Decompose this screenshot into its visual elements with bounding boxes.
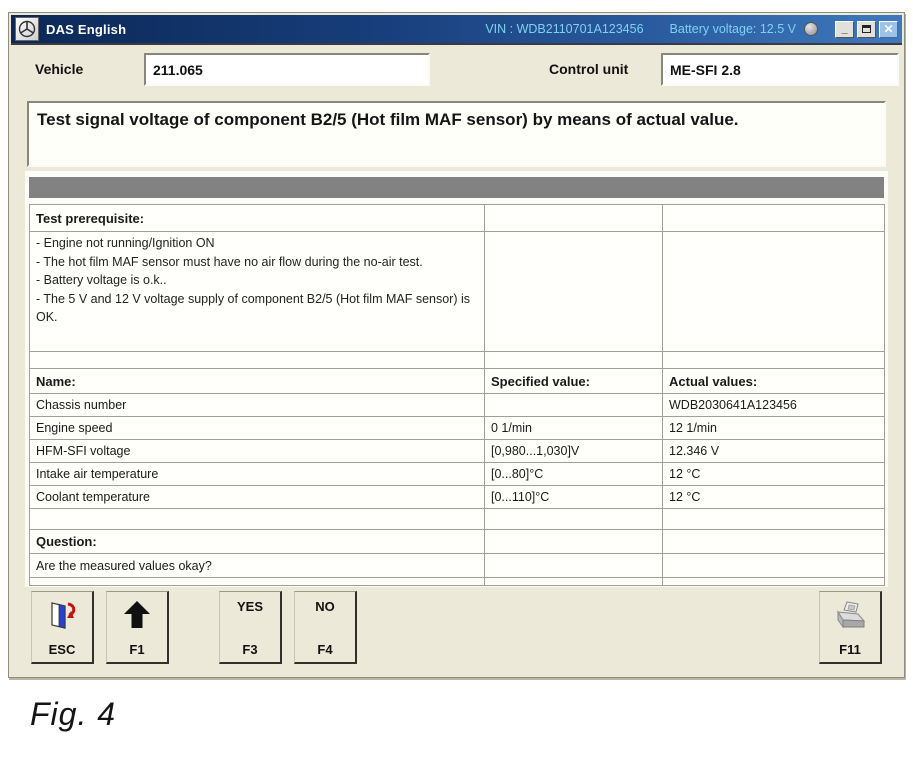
f11-print-button[interactable]: F11 <box>819 591 882 664</box>
page: DAS English VIN : WDB2110701A123456 Batt… <box>0 0 913 763</box>
exit-door-icon <box>44 599 80 636</box>
results-panel: Test prerequisite: - Engine not running/… <box>25 171 888 587</box>
row-specified-cell: [0...110]°C <box>485 486 663 509</box>
no-label: NO <box>315 599 335 614</box>
results-table: Test prerequisite: - Engine not running/… <box>29 204 885 586</box>
row-specified-cell <box>485 394 663 417</box>
row-actual-cell: 12 1/min <box>663 417 885 440</box>
row-actual-cell: 12 °C <box>663 463 885 486</box>
f11-label: F11 <box>839 642 861 657</box>
spacer-row <box>30 352 885 369</box>
figure-caption: Fig. 4 <box>30 696 116 733</box>
control-unit-label: Control unit <box>549 61 628 77</box>
prerequisite-item: - Engine not running/Ignition ON <box>36 234 478 253</box>
control-unit-input[interactable] <box>661 53 899 86</box>
printer-icon <box>831 599 869 636</box>
spacer-row <box>30 509 885 530</box>
maximize-button[interactable] <box>857 21 876 38</box>
table-row: HFM-SFI voltage [0,980...1,030]V 12.346 … <box>30 440 885 463</box>
question-row: Are the measured values okay? <box>30 554 885 578</box>
vehicle-label: Vehicle <box>35 61 83 77</box>
yes-f3-button[interactable]: YES F3 <box>219 591 282 664</box>
app-title: DAS English <box>46 22 126 37</box>
prerequisite-list: - Engine not running/Ignition ON- The ho… <box>30 232 485 352</box>
minimize-button[interactable]: _ <box>835 21 854 38</box>
table-row: Engine speed 0 1/min 12 1/min <box>30 417 885 440</box>
maximize-icon <box>862 25 871 33</box>
specified-column-header: Specified value: <box>485 369 663 394</box>
row-name-cell: Chassis number <box>30 394 485 417</box>
question-header-row: Question: <box>30 530 885 554</box>
vehicle-input[interactable] <box>144 53 430 86</box>
table-row: Coolant temperature [0...110]°C 12 °C <box>30 486 885 509</box>
title-bar: DAS English VIN : WDB2110701A123456 Batt… <box>11 15 902 45</box>
f1-label: F1 <box>129 642 144 657</box>
esc-label: ESC <box>49 642 76 657</box>
prerequisite-header-cell: Test prerequisite: <box>30 205 485 232</box>
table-row: Chassis number WDB2030641A123456 <box>30 394 885 417</box>
row-name-cell: HFM-SFI voltage <box>30 440 485 463</box>
no-f4-button[interactable]: NO F4 <box>294 591 357 664</box>
battery-icon <box>804 22 818 36</box>
section-header-bar <box>29 177 884 198</box>
yes-label: YES <box>237 599 263 614</box>
row-actual-cell: WDB2030641A123456 <box>663 394 885 417</box>
mercedes-star-icon <box>15 17 39 41</box>
spacer-row <box>30 578 885 586</box>
row-name-cell: Engine speed <box>30 417 485 440</box>
row-name-cell: Intake air temperature <box>30 463 485 486</box>
das-window: DAS English VIN : WDB2110701A123456 Batt… <box>8 12 905 678</box>
column-header-row: Name: Specified value: Actual values: <box>30 369 885 394</box>
name-column-header: Name: <box>30 369 485 394</box>
test-description: Test signal voltage of component B2/5 (H… <box>27 101 886 167</box>
question-header-cell: Question: <box>30 530 485 554</box>
f4-label: F4 <box>317 642 332 657</box>
row-specified-cell: [0,980...1,030]V <box>485 440 663 463</box>
prerequisite-row: - Engine not running/Ignition ON- The ho… <box>30 232 885 352</box>
row-specified-cell: 0 1/min <box>485 417 663 440</box>
actual-column-header: Actual values: <box>663 369 885 394</box>
row-specified-cell: [0...80]°C <box>485 463 663 486</box>
row-actual-cell: 12 °C <box>663 486 885 509</box>
close-button[interactable]: ✕ <box>879 21 898 38</box>
close-icon: ✕ <box>883 22 893 37</box>
row-name-cell: Coolant temperature <box>30 486 485 509</box>
vin-label: VIN : WDB2110701A123456 <box>485 22 643 36</box>
question-cell: Are the measured values okay? <box>30 554 485 578</box>
f1-button[interactable]: F1 <box>106 591 169 664</box>
row-actual-cell: 12.346 V <box>663 440 885 463</box>
prerequisite-item: - The 5 V and 12 V voltage supply of com… <box>36 290 478 327</box>
table-row: Intake air temperature [0...80]°C 12 °C <box>30 463 885 486</box>
battery-voltage-label: Battery voltage: 12.5 V <box>670 22 796 36</box>
prerequisite-header-row: Test prerequisite: <box>30 205 885 232</box>
prerequisite-item: - Battery voltage is o.k.. <box>36 271 478 290</box>
up-arrow-icon <box>121 599 153 636</box>
esc-button[interactable]: ESC <box>31 591 94 664</box>
minimize-icon: _ <box>841 22 847 37</box>
f3-label: F3 <box>242 642 257 657</box>
prerequisite-item: - The hot film MAF sensor must have no a… <box>36 253 478 272</box>
